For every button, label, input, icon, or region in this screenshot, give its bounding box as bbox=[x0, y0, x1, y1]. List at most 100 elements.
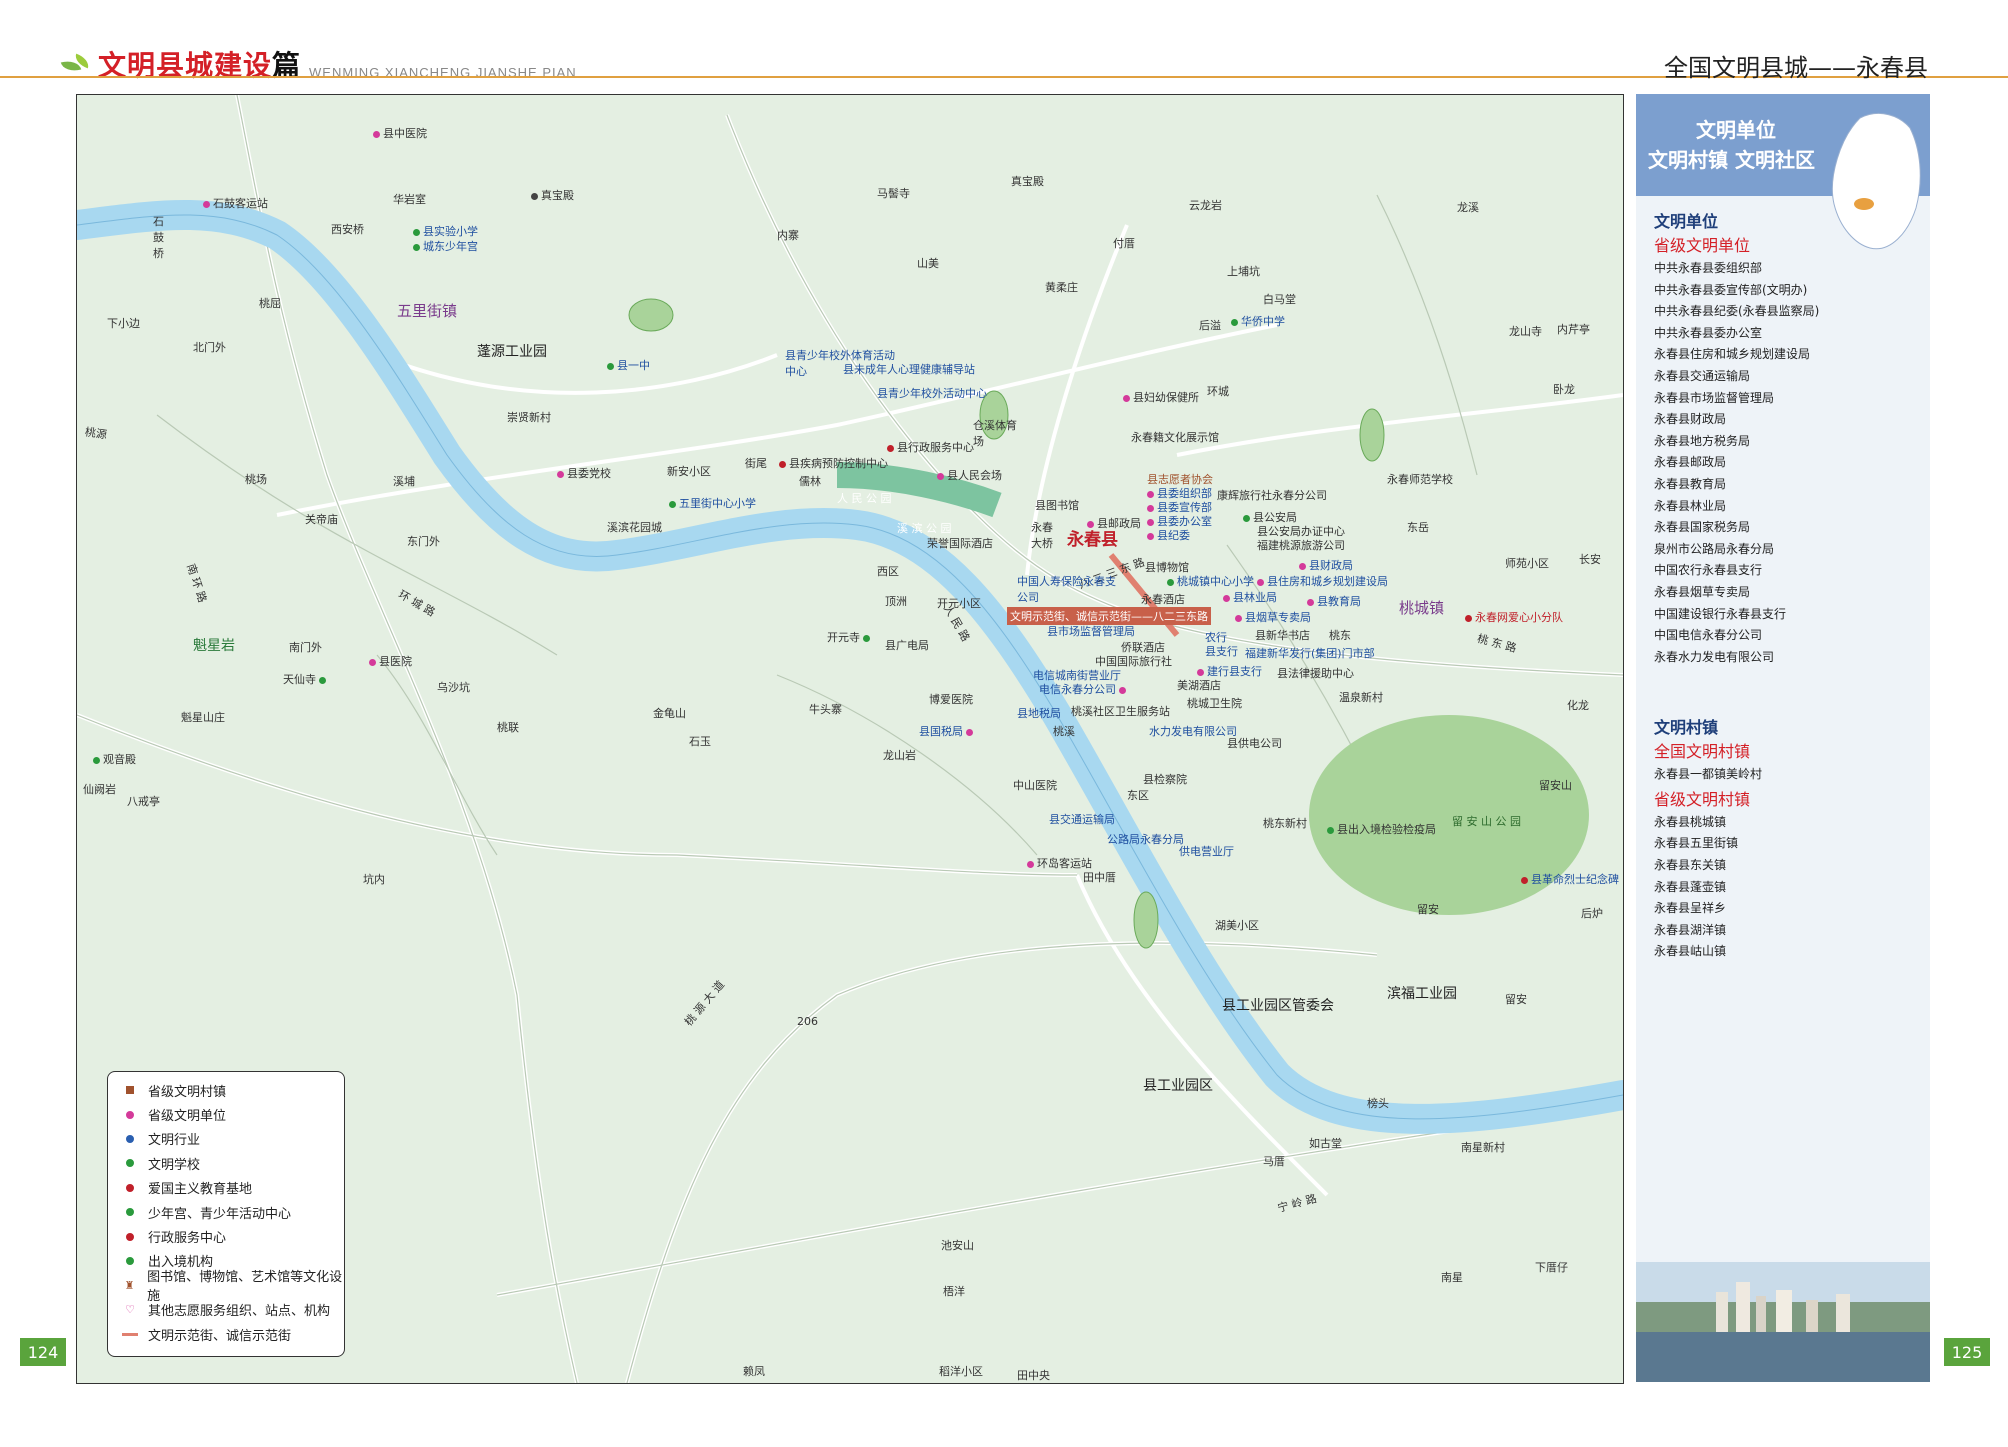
map-label: 中山医院 bbox=[1013, 779, 1057, 792]
map-label: 龙溪 bbox=[1457, 201, 1479, 214]
list-item: 永春县住房和城乡规划建设局 bbox=[1654, 347, 1811, 362]
legend-item: 行政服务中心 bbox=[108, 1224, 344, 1248]
map-label: 上埔坑 bbox=[1227, 265, 1260, 278]
list-item: 中共永春县委宣传部(文明办) bbox=[1654, 282, 1808, 297]
list-item: 中共永春县纪委(永春县监察局) bbox=[1654, 304, 1820, 319]
city-map[interactable]: 永春县 五里街镇 桃城镇 蓬源工业园 滨福工业园 县工业园区管委会 县工业园区 … bbox=[76, 94, 1624, 1384]
map-label: 桃溪社区卫生服务站 bbox=[1071, 705, 1170, 718]
map-label: 后溢 bbox=[1199, 319, 1221, 332]
map-label: 桃联 bbox=[497, 721, 519, 734]
city-photo bbox=[1636, 1262, 1930, 1382]
map-label: 顶洲 bbox=[885, 595, 907, 608]
legend-item: 爱国主义教育基地 bbox=[108, 1176, 344, 1200]
map-label: 县新华书店 bbox=[1255, 629, 1310, 642]
heart-icon: ♡ bbox=[125, 1303, 135, 1317]
pin-icon bbox=[126, 1232, 134, 1241]
map-label: 山美 bbox=[917, 257, 939, 270]
map-label: 县中医院 bbox=[373, 125, 427, 141]
map-label: 榜头 bbox=[1367, 1097, 1389, 1110]
map-label: 内芹亭 bbox=[1557, 323, 1590, 336]
list-item: 永春县五里街镇 bbox=[1654, 836, 1739, 851]
map-label: 福建新华发行(集团)门市部 bbox=[1245, 647, 1375, 660]
villages-province-subtitle: 省级文明村镇 bbox=[1654, 789, 1751, 809]
map-label: 县住房和城乡规划建设局 bbox=[1257, 573, 1388, 589]
map-label: 后炉 bbox=[1581, 907, 1603, 920]
map-label: 永春籍文化展示馆 bbox=[1131, 431, 1219, 444]
map-label: 水力发电有限公司 bbox=[1149, 725, 1237, 738]
page-number-left: 124 bbox=[20, 1338, 66, 1366]
map-label: 师苑小区 bbox=[1505, 557, 1549, 570]
panel-title-2: 文明村镇 文明社区 bbox=[1648, 148, 1815, 172]
library-icon: ♜ bbox=[124, 1278, 135, 1292]
map-label: 县财政局 bbox=[1299, 557, 1353, 573]
list-item: 中共永春县委组织部 bbox=[1654, 261, 1763, 275]
park-label: 溪 滨 公 园 bbox=[897, 522, 952, 535]
villages-national-list: 永春县一都镇美岭村 bbox=[1654, 764, 1930, 786]
map-label: 北门外 bbox=[193, 341, 226, 354]
map-label: 五里街中心小学 bbox=[669, 495, 756, 511]
map-label: 县青少年校外活动中心 bbox=[877, 387, 987, 400]
map-label: 福建桃源旅游公司 bbox=[1257, 539, 1345, 552]
map-label: 崇贤新村 bbox=[507, 411, 551, 424]
map-label: 稻洋小区 bbox=[939, 1365, 983, 1378]
map-label: 公路局永春分局 bbox=[1107, 833, 1184, 846]
list-item: 永春县地方税务局 bbox=[1654, 433, 1751, 448]
map-label: 县供电公司 bbox=[1227, 737, 1282, 750]
pin-icon bbox=[126, 1110, 134, 1119]
list-item: 永春县邮政局 bbox=[1654, 455, 1727, 470]
map-label: 开元小区 bbox=[937, 597, 981, 610]
map-label: 县广电局 bbox=[885, 639, 929, 652]
list-item: 中国电信永春分公司 bbox=[1654, 628, 1763, 643]
map-label: 美湖酒店 bbox=[1177, 679, 1221, 692]
street-line-icon bbox=[122, 1332, 138, 1336]
map-label: 赖凤 bbox=[743, 1365, 765, 1378]
map-label: 县疾病预防控制中心 bbox=[779, 455, 888, 471]
villages-title: 文明村镇 bbox=[1654, 718, 1719, 738]
map-label: 县国税局 bbox=[919, 723, 976, 739]
map-label: 县教育局 bbox=[1307, 593, 1361, 609]
map-label: 留安 bbox=[1505, 993, 1527, 1006]
list-item: 永春县桃城镇 bbox=[1654, 814, 1727, 829]
map-label: 八戒亭 bbox=[127, 795, 160, 808]
map-label: 湖美小区 bbox=[1215, 919, 1259, 932]
map-label: 县市场监督管理局 bbox=[1047, 625, 1135, 638]
map-label: 东岳 bbox=[1407, 521, 1429, 534]
map-label: 仓溪体育场 bbox=[973, 419, 1017, 448]
map-legend: 省级文明村镇 省级文明单位 文明行业 文明学校 爱国主义教育基地 少年宫、青少年… bbox=[107, 1071, 345, 1357]
list-item: 中国建设银行永春县支行 bbox=[1654, 606, 1787, 621]
map-label: 石鼓客运站 bbox=[203, 195, 268, 211]
map-label: 电信永春分公司 bbox=[1039, 681, 1129, 697]
map-label: 县行政服务中心 bbox=[887, 439, 974, 455]
area-label: 县工业园区管委会 bbox=[1222, 998, 1334, 1014]
map-label: 县邮政局 bbox=[1087, 515, 1141, 531]
town-label-taocheng: 桃城镇 bbox=[1399, 599, 1445, 617]
map-label: 龙山寺 bbox=[1509, 325, 1542, 338]
map-label: 东门外 bbox=[407, 535, 440, 548]
list-item: 中国农行永春县支行 bbox=[1654, 563, 1763, 578]
map-label: 马厝 bbox=[1263, 1155, 1285, 1168]
list-item: 永春县湖洋镇 bbox=[1654, 922, 1727, 937]
units-list: 中共永春县委组织部 中共永春县委宣传部(文明办) 中共永春县纪委(永春县监察局)… bbox=[1654, 258, 1930, 668]
page-number-right: 125 bbox=[1944, 1338, 1990, 1366]
map-label: 县烟草专卖局 bbox=[1235, 609, 1311, 625]
map-label: 桃溪 bbox=[1053, 725, 1075, 738]
map-label: 龙山岩 bbox=[883, 749, 916, 762]
legend-item: 省级文明单位 bbox=[108, 1102, 344, 1126]
map-label: 桃屈 bbox=[259, 297, 281, 310]
fujian-province-icon bbox=[1831, 113, 1921, 250]
map-label: 中国人寿保险永春支公司 bbox=[1017, 575, 1116, 604]
area-label: 蓬源工业园 bbox=[477, 344, 547, 360]
list-item: 永春县市场监督管理局 bbox=[1654, 390, 1775, 405]
legend-item: 省级文明村镇 bbox=[108, 1078, 344, 1102]
panel-header: 文明单位 文明村镇 文明社区 bbox=[1636, 94, 1930, 250]
map-label: 县支行 bbox=[1205, 645, 1238, 658]
map-label: 溪埔 bbox=[393, 475, 415, 488]
map-label: 金龟山 bbox=[653, 707, 686, 720]
map-label: 真宝殿 bbox=[531, 187, 574, 203]
map-label: 石鼓桥 bbox=[153, 215, 164, 260]
legend-item: 文明行业 bbox=[108, 1127, 344, 1151]
map-label: 县妇幼保健所 bbox=[1123, 389, 1199, 405]
map-label: 县未成年人心理健康辅导站 bbox=[843, 363, 975, 376]
map-label: 真宝殿 bbox=[1011, 175, 1044, 188]
map-label: 县地税局 bbox=[1017, 707, 1061, 720]
